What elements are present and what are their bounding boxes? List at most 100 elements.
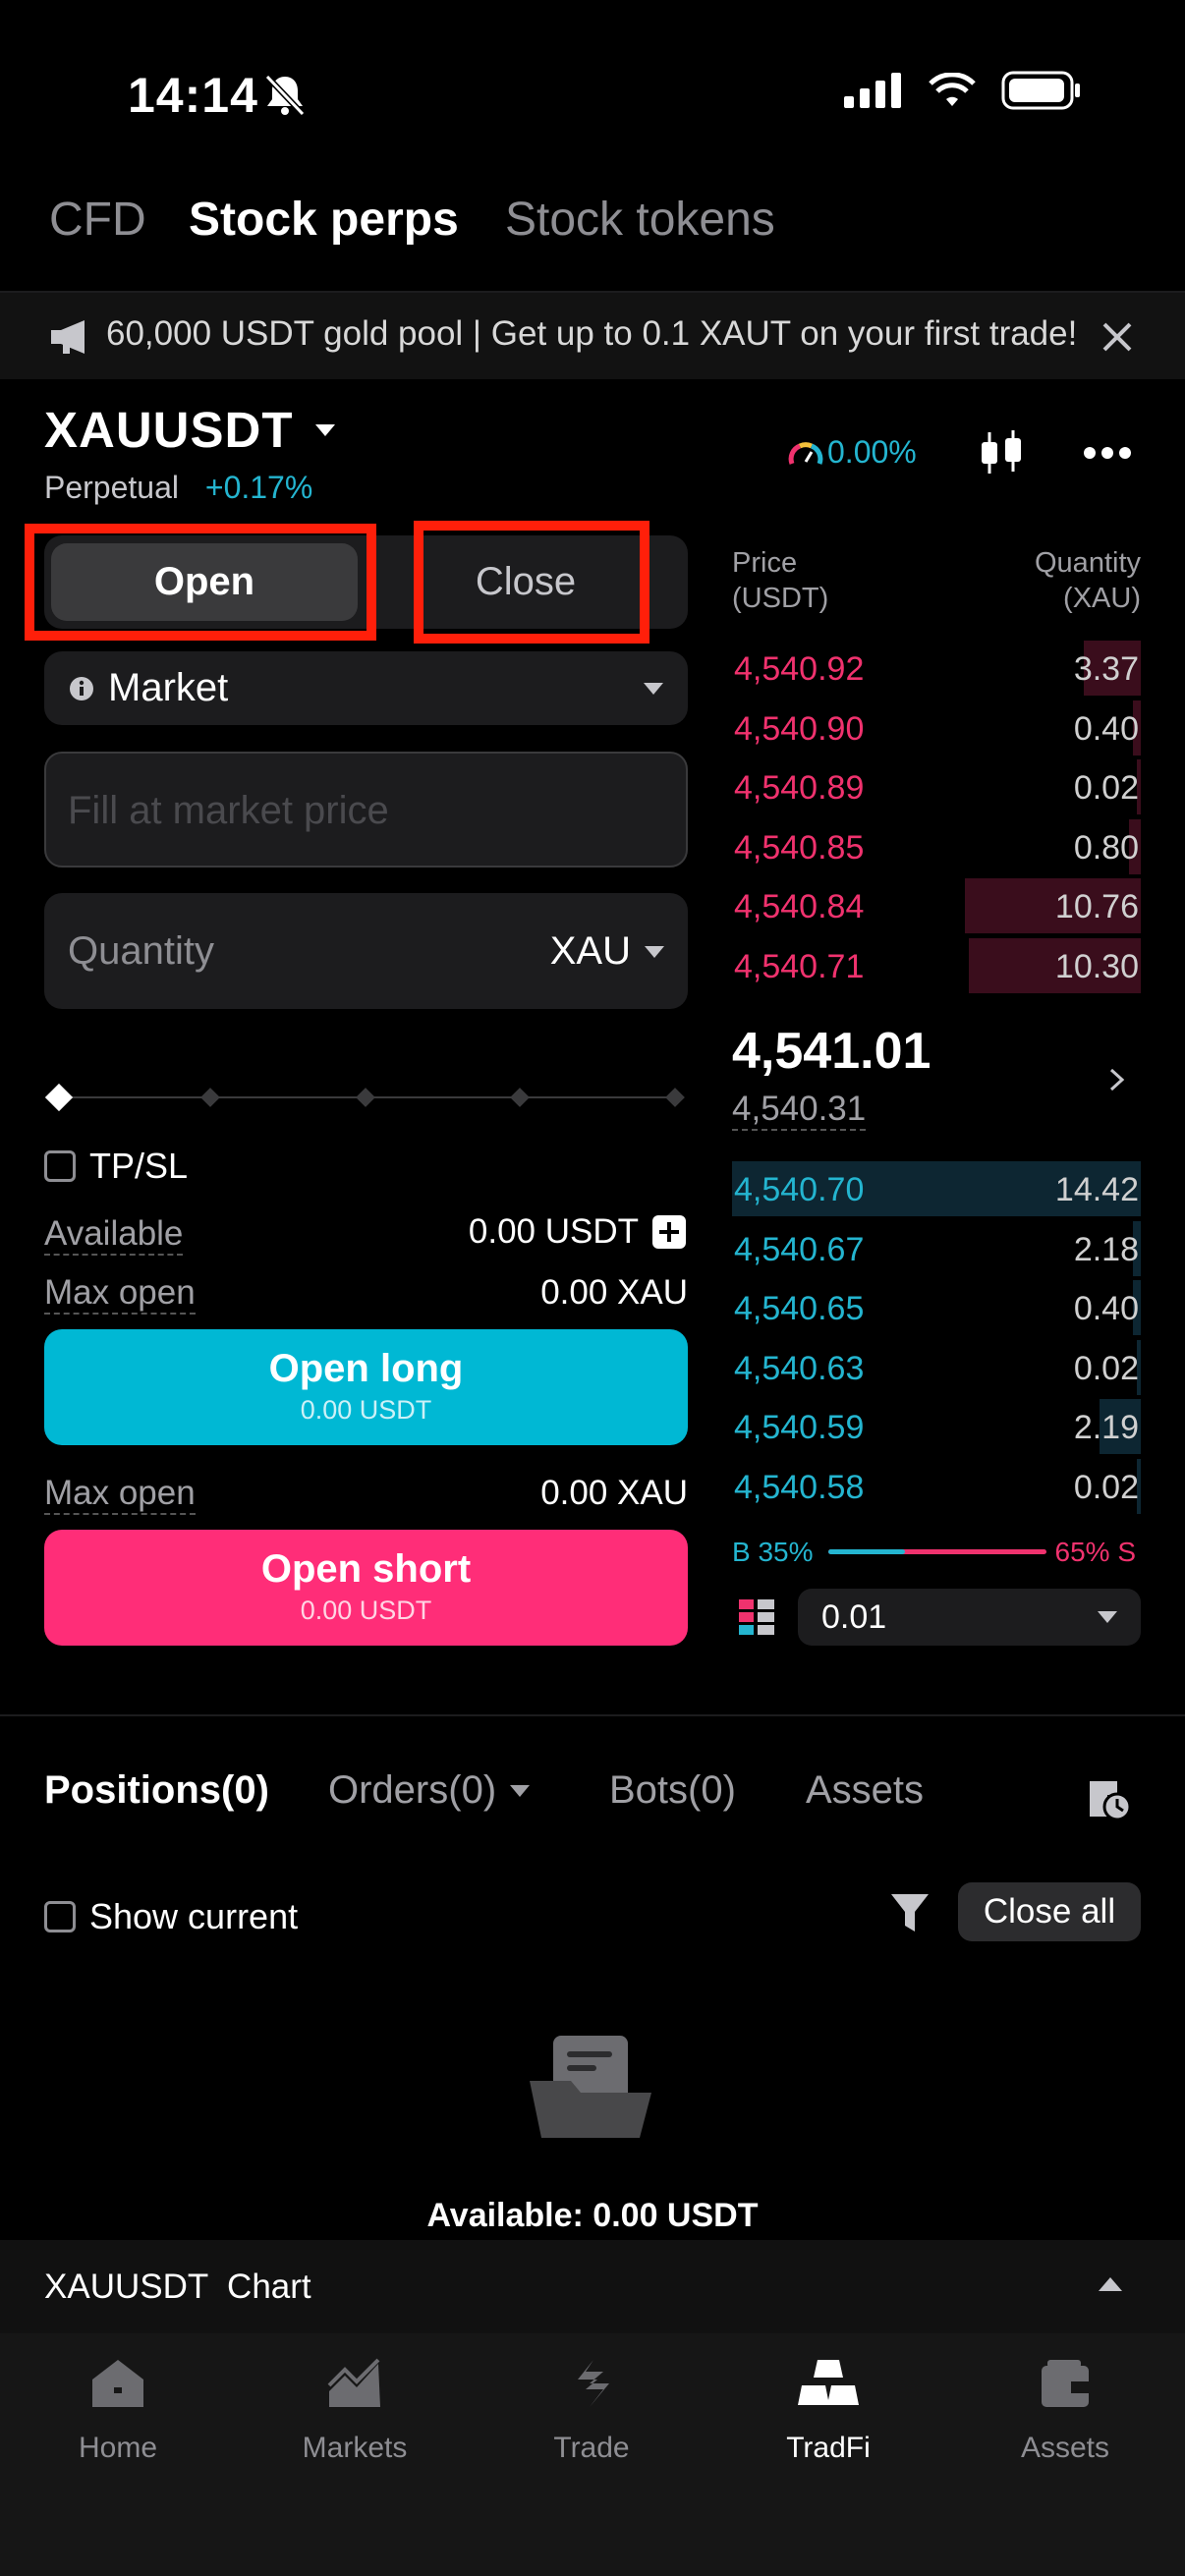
announcement-text: 60,000 USDT gold pool | Get up to 0.1 XA… [106,314,1078,353]
price-change: +0.17% [204,470,313,505]
checkbox[interactable] [44,1150,76,1182]
tab-stock-tokens[interactable]: Stock tokens [505,193,775,247]
available-row: 0.00 USDT [469,1212,686,1252]
open-long-sub: 0.00 USDT [300,1395,432,1425]
empty-folder-icon [530,2036,651,2138]
orderbook-qty: 10.30 [1054,947,1139,985]
bid-row[interactable]: 4,540.59 2.19 [732,1399,1141,1454]
funding-indicator[interactable]: 0.00% [788,434,917,471]
tab-orders-label: Orders(0) [328,1768,497,1812]
nav-assets[interactable]: Assets [947,2358,1183,2465]
orderbook-qty-header: Quantity (XAU) [1035,547,1141,614]
more-icon[interactable] [1083,446,1132,460]
open-long-label: Open long [268,1347,464,1390]
orderbook-price: 4,540.67 [734,1230,865,1268]
orderbook-qty: 0.02 [1073,1349,1139,1387]
checkbox[interactable] [44,1901,76,1932]
slider-step[interactable] [510,1088,530,1107]
open-long-button[interactable]: Open long 0.00 USDT [44,1329,688,1445]
slider-step[interactable] [356,1088,375,1107]
ratio-bar-fill [828,1549,905,1554]
max-open-label: Max open [44,1273,196,1315]
ask-row[interactable]: 4,540.84 10.76 [732,878,1141,933]
tab-assets[interactable]: Assets [806,1768,924,1813]
chevron-down-icon [645,945,664,958]
highlight-close [414,521,649,644]
status-indicators [844,71,1082,110]
orderbook-price: 4,540.71 [734,947,865,985]
nav-markets[interactable]: Markets [237,2358,473,2465]
bid-row[interactable]: 4,540.67 2.18 [732,1220,1141,1276]
price-field[interactable]: Fill at market price [44,752,688,868]
orderbook-qty: 0.02 [1073,1468,1139,1506]
tab-stock-perps[interactable]: Stock perps [189,193,459,247]
nav-home[interactable]: Home [0,2358,236,2465]
announcement-bar[interactable]: 60,000 USDT gold pool | Get up to 0.1 XA… [0,291,1185,379]
nav-tradfi[interactable]: TradFi [710,2358,946,2465]
slider-step[interactable] [200,1088,220,1107]
max-open-value: 0.00 XAU [540,1474,688,1512]
mark-price: 4,540.31 [732,1090,867,1131]
order-type-select[interactable]: Market [44,651,688,725]
slider-handle[interactable] [44,1083,74,1112]
chevron-down-icon [510,1784,531,1797]
open-short-label: Open short [260,1547,472,1591]
tab-cfd[interactable]: CFD [49,193,146,247]
chevron-down-icon [314,423,335,436]
signal-icon [844,73,901,108]
show-current-checkbox[interactable]: Show current [44,1896,298,1937]
tab-orders[interactable]: Orders(0) [328,1768,531,1813]
bid-row[interactable]: 4,540.58 0.02 [732,1458,1141,1514]
tpsl-checkbox[interactable]: TP/SL [44,1146,188,1187]
orderbook-qty: 0.40 [1073,1290,1139,1327]
close-all-button[interactable]: Close all [958,1882,1141,1941]
close-icon[interactable] [1100,320,1134,354]
history-icon[interactable] [1086,1773,1135,1822]
quantity-input[interactable]: Quantity XAU [44,893,688,1009]
ask-row[interactable]: 4,540.71 10.30 [732,937,1141,993]
quantity-unit-select[interactable]: XAU [550,929,664,974]
filter-icon[interactable] [889,1892,931,1933]
trade-icon [578,2360,609,2407]
status-time: 14:14 [128,68,258,123]
add-funds-icon[interactable] [652,1215,686,1249]
ask-row[interactable]: 4,540.92 3.37 [732,641,1141,696]
bid-row[interactable]: 4,540.70 14.42 [732,1161,1141,1216]
chevron-right-icon[interactable] [1108,1067,1126,1092]
available-label: Available [44,1214,184,1256]
markets-icon [327,2358,380,2407]
nav-trade-label: Trade [553,2432,630,2464]
open-short-button[interactable]: Open short 0.00 USDT [44,1530,688,1646]
tpsl-label: TP/SL [89,1146,189,1186]
contract-type: Perpetual [44,470,179,505]
ask-row[interactable]: 4,540.89 0.02 [732,759,1141,814]
orderbook-layout-icon[interactable] [739,1599,774,1635]
precision-value: 0.01 [821,1597,887,1636]
ask-row[interactable]: 4,540.90 0.40 [732,700,1141,756]
ask-row[interactable]: 4,540.85 0.80 [732,818,1141,874]
bell-muted-icon [264,74,306,117]
chevron-down-icon [1098,1611,1117,1623]
chart-bar[interactable]: XAUUSDT Chart [0,2240,1185,2333]
tab-positions[interactable]: Positions(0) [44,1768,269,1813]
gauge-icon [788,441,823,465]
orderbook-qty: 0.40 [1073,709,1139,748]
bid-row[interactable]: 4,540.65 0.40 [732,1280,1141,1335]
bid-row[interactable]: 4,540.63 0.02 [732,1339,1141,1395]
wallet-icon [1042,2360,1089,2407]
wifi-icon [929,73,976,106]
orderbook-price: 4,540.65 [734,1290,865,1327]
orderbook-qty: 0.02 [1073,769,1139,807]
chevron-up-icon[interactable] [1099,2277,1122,2291]
orderbook-price: 4,540.59 [734,1409,865,1446]
symbol-selector[interactable]: XAUUSDT [44,401,335,459]
orderbook-qty: 3.37 [1073,650,1139,688]
slider-step[interactable] [665,1088,685,1107]
tab-bots[interactable]: Bots(0) [609,1768,736,1813]
buy-ratio: B 35% [732,1537,814,1567]
precision-select[interactable]: 0.01 [798,1589,1141,1646]
candlestick-chart-icon[interactable] [978,428,1027,477]
orderbook-price: 4,540.58 [734,1468,865,1506]
empty-available-text: Available: 0.00 USDT [426,2197,759,2234]
nav-trade[interactable]: Trade [474,2358,709,2465]
